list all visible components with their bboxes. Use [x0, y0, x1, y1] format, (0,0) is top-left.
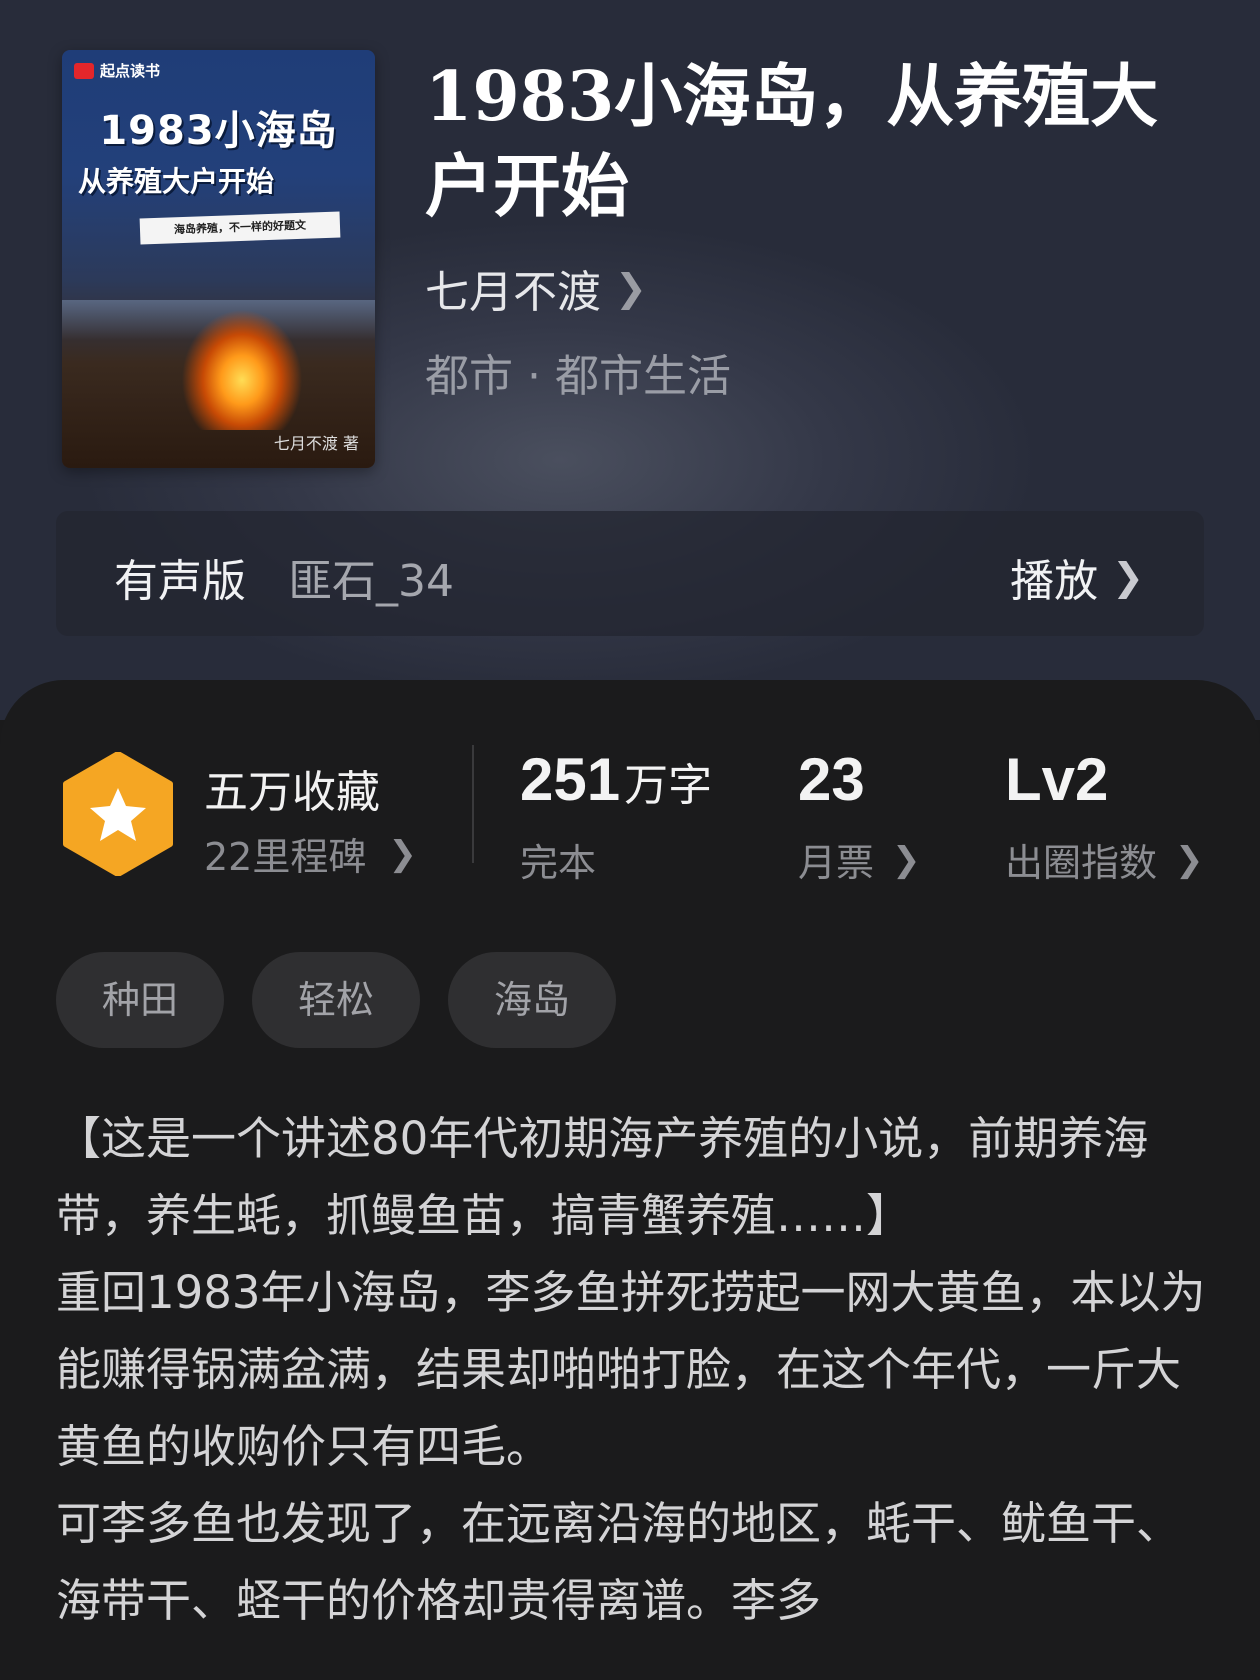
chevron-right-icon: ❯: [388, 833, 417, 874]
word-count-unit: 万字: [624, 761, 713, 810]
tag-chip[interactable]: 轻松: [252, 952, 420, 1048]
brand-logo-icon: [74, 62, 94, 79]
description-paragraph: 【这是一个讲述80年代初期海产养殖的小说，前期养海带，养生蚝，抓鳗鱼苗，搞青蟹养…: [56, 1112, 1149, 1242]
popularity-level: Lv2: [1005, 746, 1109, 813]
cover-tagline: 海岛养殖，不一样的好题文: [139, 211, 341, 245]
book-cover[interactable]: 起点读书 1983小海岛 从养殖大户开始 海岛养殖，不一样的好题文 七月不渡 著: [62, 50, 375, 468]
status-label: 完本: [520, 841, 597, 885]
book-title: 1983小海岛，从养殖大户开始: [425, 57, 1159, 227]
book-genre[interactable]: 都市 · 都市生活: [425, 340, 731, 404]
stats-divider: [472, 745, 474, 863]
author-link[interactable]: 七月不渡 ❯: [425, 256, 647, 320]
description-paragraph: 可李多鱼也发现了，在远离沿海的地区，蚝干、鱿鱼干、海带干、蛏干的价格却贵得离谱。…: [56, 1497, 1182, 1627]
play-button[interactable]: 播放 ❯: [1010, 545, 1144, 609]
popularity-index-label: 出圈指数: [1005, 841, 1158, 885]
play-label: 播放: [1010, 556, 1099, 607]
word-count: 251万字: [520, 745, 712, 814]
milestone-link[interactable]: 22里程碑 ❯: [204, 826, 417, 881]
cover-brand: 起点读书: [74, 60, 160, 81]
monthly-ticket-link[interactable]: 月票 ❯: [798, 832, 921, 887]
chevron-right-icon: ❯: [892, 839, 921, 880]
audio-label: 有声版: [114, 556, 246, 607]
milestone-label: 22里程碑: [204, 835, 367, 879]
author-name: 七月不渡: [425, 267, 601, 318]
book-description[interactable]: 【这是一个讲述80年代初期海产养殖的小说，前期养海带，养生蚝，抓鳗鱼苗，搞青蟹养…: [56, 1100, 1206, 1639]
star-badge-icon[interactable]: [62, 752, 174, 876]
audio-narrator: 匪石_34: [288, 556, 454, 607]
chevron-right-icon: ❯: [615, 266, 647, 310]
monthly-ticket-count: 23: [798, 746, 865, 813]
cover-title: 1983小海岛: [99, 108, 338, 154]
collection-count: 五万收藏: [204, 767, 380, 818]
tag-chip[interactable]: 种田: [56, 952, 224, 1048]
popularity-index-link[interactable]: 出圈指数 ❯: [1005, 832, 1204, 887]
cover-brand-label: 起点读书: [100, 62, 161, 80]
chevron-right-icon: ❯: [1112, 555, 1144, 599]
word-count-value: 251: [520, 746, 621, 813]
cover-author: 七月不渡 著: [273, 434, 359, 453]
cover-fire-art: [172, 280, 312, 430]
audio-edition-bar[interactable]: 有声版 匪石_34 播放 ❯: [56, 511, 1204, 636]
chevron-right-icon: ❯: [1175, 839, 1204, 880]
completion-status: 完本: [520, 832, 596, 887]
description-paragraph: 重回1983年小海岛，李多鱼拼死捞起一网大黄鱼，本以为能赚得锅满盆满，结果却啪啪…: [56, 1266, 1206, 1473]
monthly-ticket-label: 月票: [798, 841, 875, 885]
cover-subtitle: 从养殖大户开始: [78, 165, 275, 198]
tag-chip[interactable]: 海岛: [448, 952, 616, 1048]
